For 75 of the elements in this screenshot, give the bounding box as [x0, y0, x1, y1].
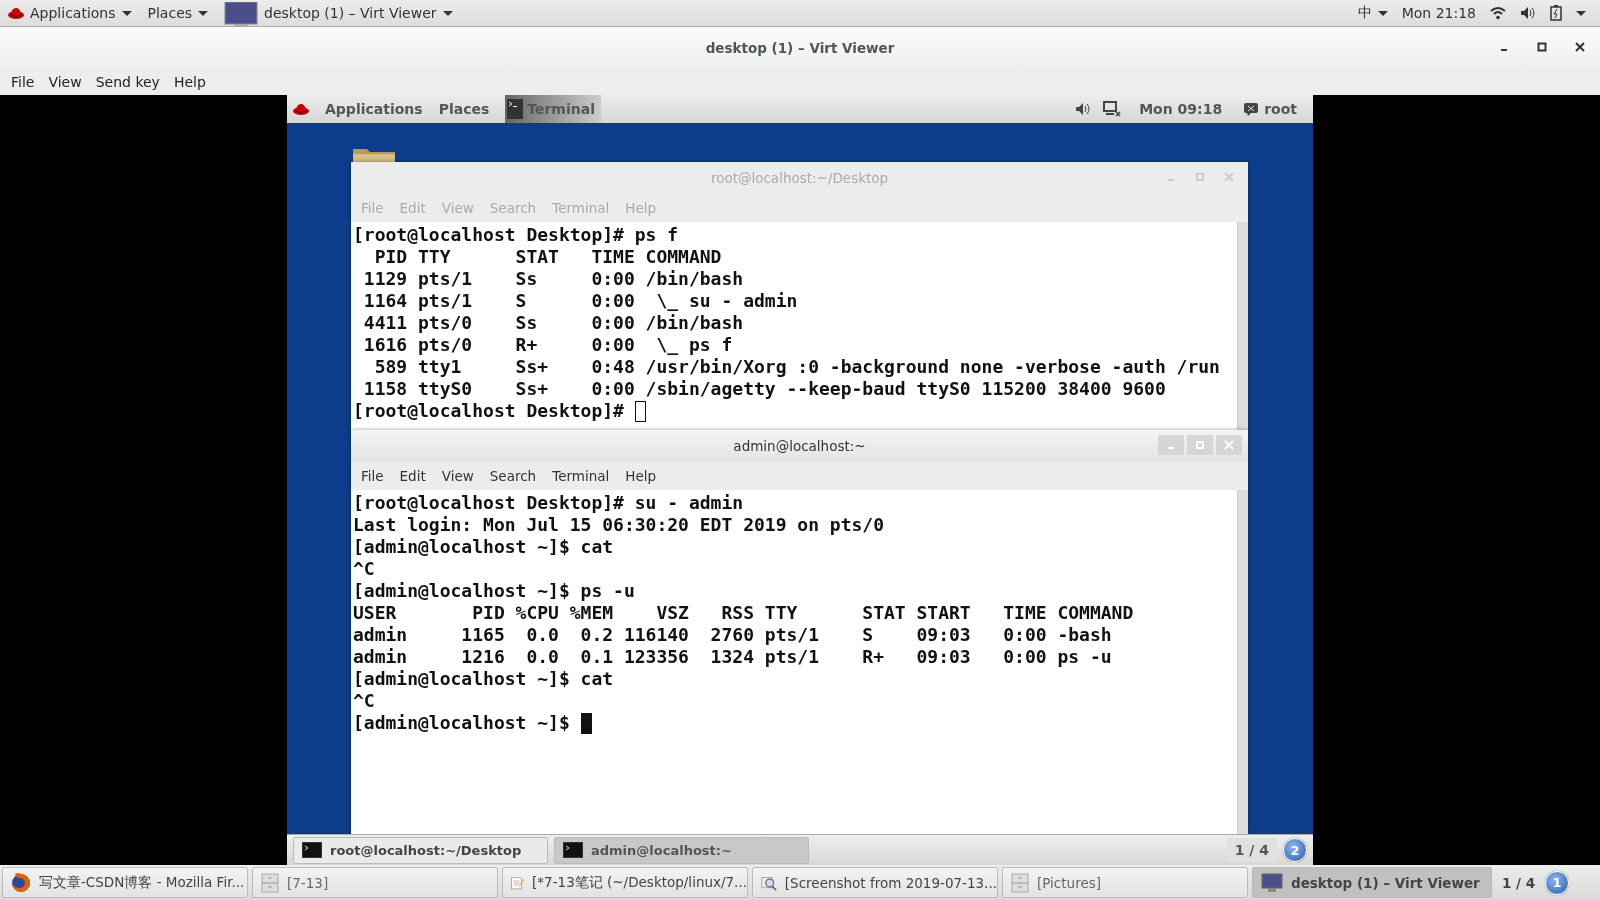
panel-menu[interactable]: Places	[147, 5, 209, 21]
terminal-line: ^C	[353, 690, 375, 712]
terminal-line: 1164 pts/1 S 0:00 \_ su - admin	[362, 290, 798, 312]
cabinet-icon	[1011, 872, 1029, 893]
terminal-line: admin 1165 0.0 0.2 116140 2760 pts/1 S 09:03 0:00 -bash	[353, 624, 1112, 646]
caret-icon	[442, 10, 453, 16]
caret-icon	[198, 10, 209, 16]
caret-icon	[1377, 10, 1388, 16]
terminal-line: [root@localhost Desktop]#	[353, 400, 625, 422]
terminal-icon	[507, 99, 524, 119]
panel-menu[interactable]: Places	[438, 101, 490, 117]
hat-icon	[8, 6, 24, 20]
taskbar-button[interactable]: root@localhost:~/Desktop	[293, 836, 548, 864]
monitor-icon	[1261, 872, 1283, 893]
input-method-menu[interactable]: 中	[1357, 4, 1388, 22]
menu-item[interactable]: File	[353, 468, 392, 484]
network-icon[interactable]	[1103, 101, 1122, 117]
menu-item[interactable]: Search	[481, 468, 545, 484]
terminal-line: ^C	[353, 558, 375, 580]
panel-menu[interactable]: Applications	[8, 5, 132, 21]
menu-item[interactable]: View	[41, 73, 89, 90]
workspace-indicator[interactable]: 1 / 4	[1226, 838, 1277, 862]
caret-icon	[121, 10, 132, 16]
caret-icon[interactable]	[1576, 10, 1586, 16]
terminal-line: USER PID %CPU %MEM VSZ RSS TTY STAT START TIME COMMAND	[353, 602, 1134, 624]
battery-icon[interactable]	[1550, 5, 1562, 21]
taskbar-button[interactable]: [Pictures]	[1002, 867, 1248, 898]
terminal-line: [root@localhost Desktop]# su - admin	[353, 492, 744, 514]
user-menu[interactable]: root	[1244, 101, 1297, 117]
taskbar-button[interactable]: [*7-13笔记 (~/Desktop/linux/7...	[502, 867, 748, 898]
menu-item[interactable]: File	[4, 73, 42, 90]
speaker-icon[interactable]	[1075, 102, 1092, 116]
terminal-line: PID TTY STAT TIME COMMAND	[373, 246, 722, 268]
terminal-line: [admin@localhost ~]$ cat	[353, 536, 614, 558]
clock[interactable]: Mon 21:18	[1401, 5, 1476, 21]
terminal-icon	[302, 842, 322, 858]
clock[interactable]: Mon 09:18	[1139, 101, 1223, 117]
terminal-line: [admin@localhost ~]$ cat	[353, 668, 614, 690]
terminal-line: [admin@localhost ~]$	[353, 712, 571, 734]
window-title: root@localhost:~/Desktop	[710, 170, 889, 186]
maximize-icon[interactable]	[1536, 41, 1548, 53]
terminal-line: Last login: Mon Jul 15 06:30:20 EDT 2019 on pts/0	[353, 514, 884, 536]
taskbar-button[interactable]: [Screenshot from 2019-07-13...	[752, 867, 998, 898]
menu-item[interactable]: Send key	[88, 73, 167, 90]
menu-item[interactable]: Edit	[391, 468, 434, 484]
menu-item[interactable]: Terminal	[544, 468, 618, 484]
scrollbar[interactable]	[1237, 490, 1248, 834]
wifi-icon[interactable]	[1490, 6, 1506, 20]
terminal-line: 1158 ttyS0 Ss+ 0:00 /sbin/agetty --keep-baud ttyS0 115200 38400 9600	[362, 378, 1166, 400]
panel-menu[interactable]: Applications	[325, 101, 423, 117]
terminal-line: [root@localhost Desktop]# ps f	[353, 224, 679, 246]
terminal-line: 589 tty1 Ss+ 0:48 /usr/bin/Xorg :0 -background none -verbose -auth /run	[373, 356, 1220, 378]
terminal-line: admin 1216 0.0 0.1 123356 1324 pts/1 R+ 09:03 0:00 ps -u	[353, 646, 1112, 668]
menu-item[interactable]: View	[433, 468, 482, 484]
taskbar-button[interactable]: [7-13]	[252, 867, 498, 898]
menu-item[interactable]: Help	[617, 468, 665, 484]
text-cursor	[634, 400, 646, 422]
terminal-line: 1129 pts/1 Ss 0:00 /bin/bash	[362, 268, 744, 290]
close-icon[interactable]	[1574, 41, 1586, 53]
terminal-line: 1616 pts/0 R+ 0:00 \_ ps f	[362, 334, 733, 356]
window-title: admin@localhost:~	[733, 438, 866, 454]
terminal-line: 4411 pts/0 Ss 0:00 /bin/bash	[362, 312, 744, 334]
scrollbar[interactable]	[1237, 222, 1248, 430]
hat-icon[interactable]	[293, 102, 309, 116]
cabinet-icon	[261, 872, 279, 893]
speaker-icon[interactable]	[1520, 6, 1536, 20]
taskbar-button[interactable]: desktop (1) – Virt Viewer	[1252, 867, 1492, 898]
terminal-line: [admin@localhost ~]$ ps -u	[353, 580, 635, 602]
text-cursor	[580, 712, 592, 734]
workspace-indicator[interactable]: 1 / 4	[1496, 874, 1542, 891]
window-title: desktop (1) – Virt Viewer	[705, 39, 895, 56]
terminal-icon	[563, 842, 583, 858]
taskbar-button[interactable]: admin@localhost:~	[554, 836, 809, 864]
taskbar-button[interactable]: 写文章-CSDN博客 - Mozilla Fir...	[2, 867, 248, 898]
menu-item[interactable]: Help	[166, 73, 213, 90]
